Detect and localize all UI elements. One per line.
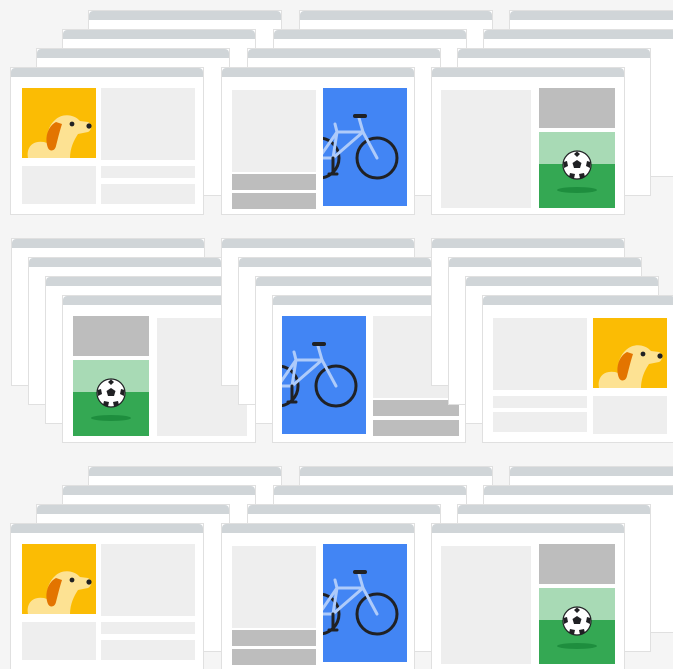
bicycle-icon <box>323 544 407 662</box>
window-title-bar <box>222 68 414 77</box>
window-title-bar <box>89 11 281 20</box>
placeholder-block <box>441 546 531 664</box>
placeholder-block <box>101 184 195 204</box>
window-title-bar <box>510 467 673 476</box>
window-title-bar <box>458 49 650 58</box>
window-title-bar <box>484 486 673 495</box>
window-title-bar <box>300 467 492 476</box>
dog-icon <box>593 318 667 388</box>
placeholder-block <box>232 174 316 190</box>
dog-icon <box>22 544 96 614</box>
window-title-bar <box>432 524 624 533</box>
window-title-bar <box>37 49 229 58</box>
placeholder-block <box>101 166 195 178</box>
window-title-bar <box>63 30 255 39</box>
soccer-image <box>73 360 149 436</box>
window-title-bar <box>432 68 624 77</box>
dog-icon <box>22 88 96 158</box>
dog-image <box>22 88 96 158</box>
bicycle-icon <box>323 88 407 206</box>
window-title-bar <box>510 11 673 20</box>
placeholder-block <box>101 622 195 634</box>
placeholder-block <box>493 318 587 390</box>
soccer-ball-icon <box>73 360 149 436</box>
dog-image <box>593 318 667 388</box>
window-title-bar <box>466 277 658 286</box>
placeholder-block <box>232 193 316 209</box>
window-title-bar <box>458 505 650 514</box>
window-title-bar <box>484 30 673 39</box>
window-title-bar <box>12 239 204 248</box>
window-title-bar <box>432 239 624 248</box>
window-title-bar <box>274 486 466 495</box>
window-title-bar <box>248 49 440 58</box>
ad-variations-illustration <box>0 0 673 669</box>
placeholder-block <box>232 630 316 646</box>
card-stack-soccer-front <box>431 523 625 669</box>
bicycle-image <box>282 316 366 434</box>
window-title-bar <box>248 505 440 514</box>
placeholder-block <box>232 90 316 172</box>
placeholder-block <box>101 544 195 616</box>
window-title-bar <box>483 296 673 305</box>
window-title-bar <box>222 239 414 248</box>
window-title-bar <box>300 11 492 20</box>
placeholder-block <box>493 412 587 432</box>
bicycle-icon <box>282 316 366 434</box>
placeholder-block <box>101 640 195 660</box>
soccer-ball-icon <box>539 588 615 664</box>
window-title-bar <box>449 258 641 267</box>
dog-image <box>22 544 96 614</box>
card-stack-dog-front <box>482 295 673 443</box>
window-title-bar <box>63 486 255 495</box>
window-title-bar <box>46 277 238 286</box>
window-title-bar <box>11 524 203 533</box>
soccer-image <box>539 132 615 208</box>
placeholder-block <box>373 420 459 436</box>
window-title-bar <box>11 68 203 77</box>
window-title-bar <box>222 524 414 533</box>
window-title-bar <box>239 258 431 267</box>
soccer-ball-icon <box>539 132 615 208</box>
bicycle-image <box>323 88 407 206</box>
window-title-bar <box>37 505 229 514</box>
placeholder-block <box>539 544 615 584</box>
window-title-bar <box>256 277 448 286</box>
placeholder-block <box>232 546 316 628</box>
card-stack-bicycle-front <box>221 523 415 669</box>
window-title-bar <box>29 258 221 267</box>
placeholder-block <box>441 90 531 208</box>
placeholder-block <box>373 400 459 416</box>
placeholder-block <box>232 649 316 665</box>
card-stack-soccer-front <box>431 67 625 215</box>
window-title-bar <box>89 467 281 476</box>
placeholder-block <box>539 88 615 128</box>
placeholder-block <box>22 166 96 204</box>
card-stack-bicycle-front <box>221 67 415 215</box>
placeholder-block <box>101 88 195 160</box>
window-title-bar <box>274 30 466 39</box>
placeholder-block <box>593 396 667 434</box>
placeholder-block <box>493 396 587 408</box>
card-stack-dog-front <box>10 523 204 669</box>
placeholder-block <box>22 622 96 660</box>
placeholder-block <box>73 316 149 356</box>
bicycle-image <box>323 544 407 662</box>
soccer-image <box>539 588 615 664</box>
card-stack-dog-front <box>10 67 204 215</box>
